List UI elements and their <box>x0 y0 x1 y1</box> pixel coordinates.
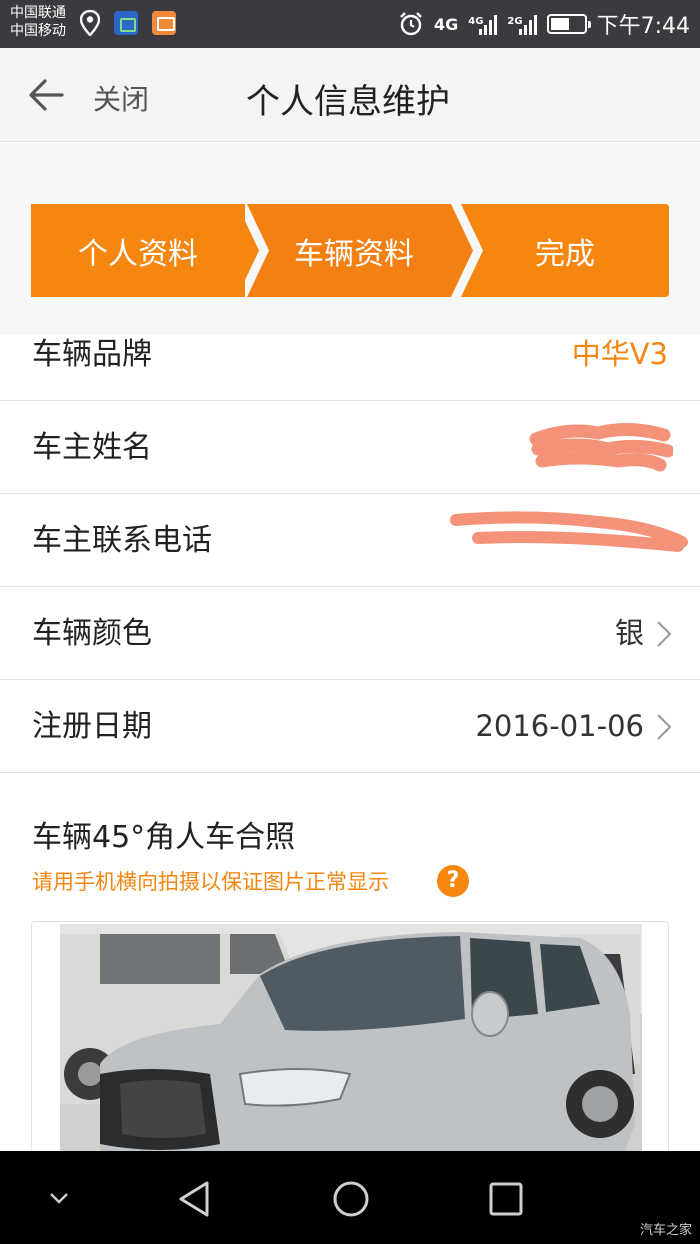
home-nav-icon[interactable] <box>331 1179 371 1219</box>
status-bar: 中国联通 中国移动 4G 4G 2G 下午7:44 <box>0 0 700 48</box>
owner-phone-row[interactable]: 车主联系电话 <box>0 494 700 587</box>
app-notification-icon <box>114 11 138 35</box>
notification-icons <box>80 10 176 36</box>
brand-value: 中华V3 <box>571 337 668 371</box>
title-bar: 关闭 个人信息维护 <box>0 48 700 142</box>
step-personal-info: 个人资料 <box>31 204 245 297</box>
back-arrow-icon[interactable] <box>28 78 64 112</box>
help-icon[interactable]: ? <box>437 865 469 897</box>
redaction-scribble <box>450 511 688 552</box>
system-nav-bar: 汽车之家 <box>0 1151 700 1244</box>
network-type-1: 4G <box>433 14 459 34</box>
chevron-right-icon <box>657 621 672 647</box>
brand-label: 车辆品牌 <box>32 337 152 372</box>
back-nav-icon[interactable] <box>176 1179 212 1219</box>
status-time: 下午7:44 <box>596 14 690 39</box>
status-right: 4G 4G 2G 下午7:44 <box>398 8 690 40</box>
color-row[interactable]: 车辆颜色 银 <box>0 587 700 680</box>
alarm-icon <box>400 12 422 36</box>
location-icon <box>80 10 100 36</box>
carrier-1: 中国联通 <box>10 5 66 21</box>
hide-nav-chevron-icon[interactable] <box>48 1191 70 1205</box>
close-button[interactable]: 关闭 <box>93 78 149 118</box>
page-title: 个人信息维护 <box>246 82 450 122</box>
photo-hint: 请用手机横向拍摄以保证图片正常显示 <box>32 870 389 894</box>
network-type-2: 4G <box>468 16 484 27</box>
message-notification-icon <box>152 11 176 35</box>
brand-row: 车辆品牌 中华V3 <box>0 308 700 401</box>
register-date-value: 2016-01-06 <box>475 709 644 743</box>
owner-phone-label: 车主联系电话 <box>32 523 212 558</box>
register-date-row[interactable]: 注册日期 2016-01-06 <box>0 680 700 773</box>
battery-icon <box>546 14 591 34</box>
register-date-label: 注册日期 <box>32 709 152 744</box>
car-photo <box>60 924 642 1160</box>
color-value: 银 <box>614 616 644 650</box>
color-label: 车辆颜色 <box>32 616 152 651</box>
chevron-right-icon <box>657 714 672 740</box>
watermark-text: 汽车之家 <box>639 1223 692 1238</box>
redaction-scribble <box>529 422 673 472</box>
step-vehicle-info: 车辆资料 <box>294 236 414 272</box>
recents-nav-icon[interactable] <box>488 1181 524 1217</box>
carrier-info: 中国联通 中国移动 <box>10 4 66 40</box>
progress-steps-area: 个人资料 车辆资料 完成 <box>0 143 700 335</box>
owner-name-row[interactable]: 车主姓名 <box>0 401 700 494</box>
step-complete: 完成 <box>535 236 595 272</box>
photo-section-title: 车辆45°角人车合照 <box>32 820 296 855</box>
photo-upload-frame[interactable] <box>31 921 669 1161</box>
owner-name-label: 车主姓名 <box>32 430 152 465</box>
carrier-2: 中国移动 <box>10 23 66 39</box>
network-type-3: 2G <box>507 16 523 27</box>
progress-steps: 个人资料 车辆资料 完成 <box>31 204 669 297</box>
